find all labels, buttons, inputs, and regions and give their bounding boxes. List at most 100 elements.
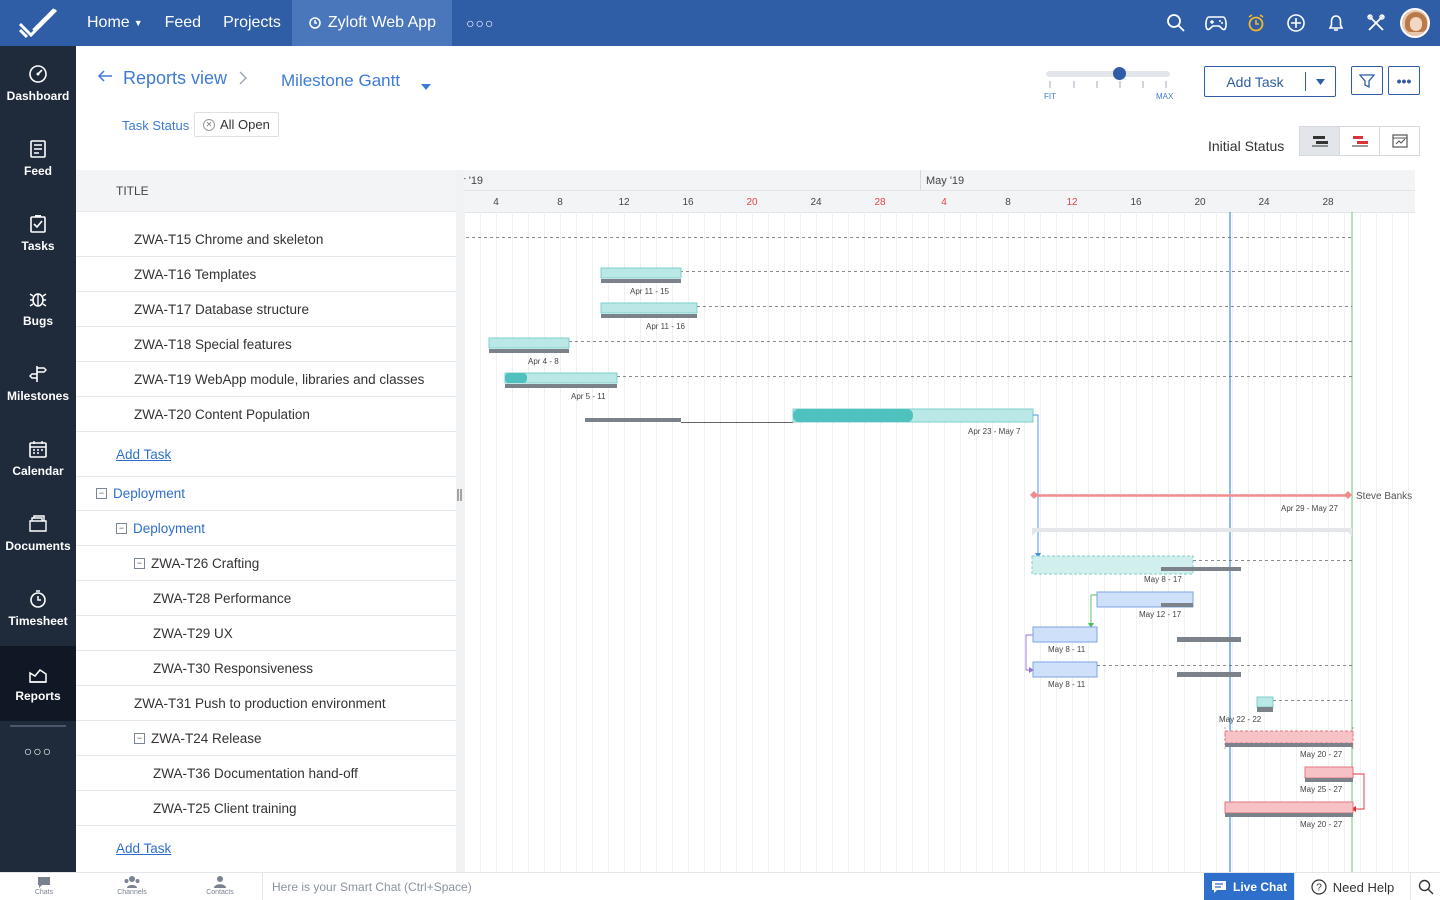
task-row-t31[interactable]: ZWA-T31 Push to production environment — [76, 686, 456, 721]
documents-icon — [29, 515, 47, 532]
filter-chip[interactable]: ✕ All Open — [194, 112, 279, 137]
day-label: 16 — [1130, 197, 1142, 208]
nav-active-project[interactable]: Zyloft Web App — [291, 0, 453, 46]
nav-projects[interactable]: Projects — [212, 0, 292, 46]
bar-date-label: Apr 4 - 8 — [528, 357, 559, 366]
live-chat-button[interactable]: Live Chat — [1204, 873, 1294, 900]
milestone-bar-deployment[interactable]: Steve Banks Apr 29 - May 27 — [1030, 491, 1412, 513]
sidebar-item-bugs[interactable]: Bugs — [0, 271, 76, 346]
task-row-t18[interactable]: ZWA-T18 Special features — [76, 327, 456, 362]
contacts-tab[interactable]: Contacts — [176, 875, 264, 900]
chevron-down-icon[interactable] — [420, 75, 432, 96]
sidebar-item-calendar[interactable]: Calendar — [0, 421, 76, 496]
back-arrow-icon[interactable] — [96, 68, 114, 89]
bar-date-label: Apr 29 - May 27 — [1281, 504, 1338, 513]
task-row-t26[interactable]: − ZWA-T26 Crafting — [76, 546, 456, 581]
critical-path-icon[interactable] — [1340, 127, 1380, 155]
more-nav-icon[interactable]: ○○○ — [452, 15, 508, 31]
task-row-t25[interactable]: ZWA-T25 Client training — [76, 791, 456, 826]
baseline-view-icon[interactable] — [1300, 127, 1340, 155]
task-bar-t18[interactable]: Apr 4 - 8 — [488, 337, 1352, 366]
search-icon[interactable] — [1156, 0, 1196, 46]
alarm-clock-icon[interactable] — [1236, 0, 1276, 46]
chats-tab[interactable]: Chats — [0, 875, 88, 900]
task-row-t30[interactable]: ZWA-T30 Responsiveness — [76, 651, 456, 686]
add-task-link[interactable]: Add Task — [76, 826, 456, 870]
sidebar-item-reports[interactable]: Reports — [0, 646, 76, 721]
filter-label: Task Status — [122, 118, 190, 133]
tasklist-row-deployment-list[interactable]: − Deployment — [76, 511, 456, 546]
task-bar-t31[interactable]: May 22 - 22 — [1219, 696, 1352, 724]
zoom-slider[interactable] — [1046, 71, 1170, 77]
collapse-icon[interactable]: − — [96, 488, 107, 499]
add-task-dropdown-icon[interactable] — [1305, 72, 1335, 91]
channels-tab[interactable]: Channels — [88, 875, 176, 900]
task-row-t19[interactable]: ZWA-T19 WebApp module, libraries and cla… — [76, 362, 456, 397]
search-icon[interactable] — [1410, 873, 1440, 900]
sidebar-item-milestones[interactable]: Milestones — [0, 346, 76, 421]
bar-date-label: May 8 - 11 — [1048, 645, 1086, 654]
task-row-t20[interactable]: ZWA-T20 Content Population — [76, 397, 456, 432]
svg-text:?: ? — [1316, 883, 1322, 894]
sidebar-item-feed[interactable]: Feed — [0, 121, 76, 196]
task-bar-t20[interactable]: Apr 23 - May 7 — [585, 408, 1041, 558]
task-bar-t26[interactable]: May 8 - 17 — [1031, 555, 1352, 584]
gamepad-icon[interactable] — [1196, 0, 1236, 46]
month-label: May '19 — [926, 175, 964, 187]
task-row-t15[interactable]: ZWA-T15 Chrome and skeleton — [76, 222, 456, 257]
chat-bubble-icon — [38, 877, 50, 888]
task-row-t17[interactable]: ZWA-T17 Database structure — [76, 292, 456, 327]
add-task-link[interactable]: Add Task — [76, 432, 456, 476]
filter-button[interactable] — [1351, 66, 1383, 95]
app-logo[interactable] — [0, 0, 76, 46]
need-help-button[interactable]: ? Need Help — [1294, 873, 1410, 900]
sidebar-item-tasks[interactable]: Tasks — [0, 196, 76, 271]
chart-view-icon[interactable] — [1380, 127, 1419, 155]
collapse-icon[interactable]: − — [134, 557, 145, 569]
bar-date-label: May 20 - 27 — [1300, 750, 1343, 759]
add-circle-icon[interactable] — [1276, 0, 1316, 46]
bar-date-label: May 8 - 11 — [1048, 680, 1086, 689]
task-row-t28[interactable]: ZWA-T28 Performance — [76, 581, 456, 616]
task-row-t36[interactable]: ZWA-T36 Documentation hand-off — [76, 756, 456, 791]
zoom-ticks — [1049, 81, 1167, 88]
channels-icon — [124, 876, 140, 888]
tools-icon[interactable] — [1356, 0, 1396, 46]
more-options-button[interactable]: ••• — [1388, 66, 1420, 95]
avatar[interactable] — [1400, 8, 1430, 38]
pane-splitter[interactable] — [456, 170, 464, 872]
sidebar-item-timesheet[interactable]: Timesheet — [0, 571, 76, 646]
view-selector[interactable]: Milestone Gantt — [281, 71, 400, 91]
add-task-button[interactable]: Add Task — [1204, 66, 1336, 97]
feed-icon — [30, 140, 46, 158]
nav-home[interactable]: Home ▼ — [76, 0, 154, 46]
collapse-icon[interactable]: − — [116, 522, 127, 534]
zoom-slider-handle[interactable] — [1113, 67, 1126, 80]
close-icon[interactable]: ✕ — [203, 118, 215, 131]
bar-date-label: Apr 11 - 15 — [630, 287, 670, 296]
more-modules-icon[interactable]: ○○○ — [0, 731, 76, 759]
tasklist-row-deployment-milestone[interactable]: − Deployment — [76, 476, 456, 511]
milestone-icon — [29, 366, 47, 382]
chat-icon — [1211, 881, 1226, 893]
title-column-header[interactable]: TITLE — [76, 170, 456, 212]
nav-feed[interactable]: Feed — [154, 0, 212, 46]
task-bar-t30[interactable]: May 8 - 11 — [1032, 661, 1352, 689]
bell-icon[interactable] — [1316, 0, 1356, 46]
task-bar-t24[interactable]: May 20 - 27 — [1224, 727, 1354, 759]
task-row-t24[interactable]: − ZWA-T24 Release — [76, 721, 456, 756]
task-row-t29[interactable]: ZWA-T29 UX — [76, 616, 456, 651]
sidebar-item-dashboard[interactable]: Dashboard — [0, 46, 76, 121]
checkmark-logo-icon — [18, 8, 58, 38]
sidebar-item-documents[interactable]: Documents — [0, 496, 76, 571]
collapse-icon[interactable]: − — [134, 732, 145, 744]
day-label: 24 — [1258, 197, 1270, 208]
day-label: 4 — [941, 197, 947, 208]
task-bar-t25[interactable]: May 20 - 27 — [1224, 801, 1354, 829]
gantt-chart: r '19 May '19 4 8 12 16 20 24 28 4 8 12 16 20 24 28 A… — [464, 170, 1415, 872]
breadcrumb-reports-view[interactable]: Reports view — [123, 68, 227, 89]
drag-handle-icon[interactable] — [457, 488, 462, 502]
task-bar-t28[interactable]: May 12 - 17 — [1088, 591, 1194, 628]
task-row-t16[interactable]: ZWA-T16 Templates — [76, 257, 456, 292]
smart-chat-input[interactable]: Here is your Smart Chat (Ctrl+Space) — [262, 873, 1204, 900]
